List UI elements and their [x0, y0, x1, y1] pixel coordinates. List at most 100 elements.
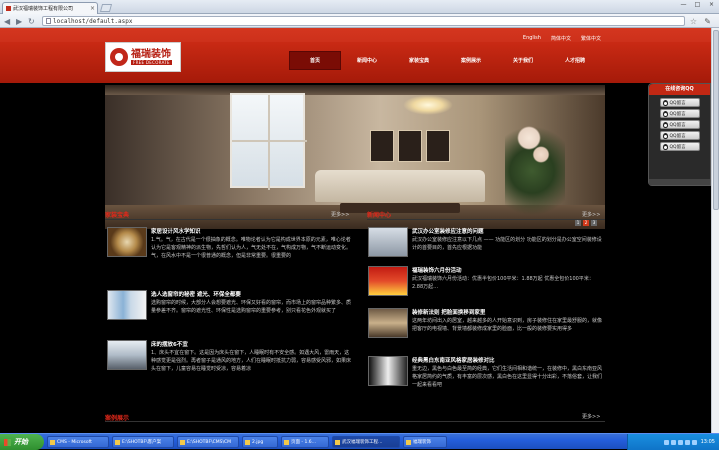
nav-news[interactable]: 新闻中心	[341, 51, 393, 70]
qq-penguin-icon	[662, 99, 668, 106]
news-item-2[interactable]: 福瑞装饰六月份活动 武汉福瑞装饰六月份活动：优惠半包价100平米：1.88万起 …	[368, 266, 606, 306]
news-desc-2: 武汉福瑞装饰六月份活动：优惠半包价100平米：1.88万起 优惠全包价100平米…	[412, 276, 594, 290]
tip-item-3[interactable]: 床的摆放6不宜 1、床头不宜在窗下。这是因为床头在窗下，人睡眠时有不安全感。如遇…	[107, 340, 352, 388]
task-button-5[interactable]: 页面 - 1.6…	[281, 436, 329, 448]
new-tab-button[interactable]	[99, 4, 113, 12]
news-thumb-4	[368, 356, 408, 386]
hero-banner[interactable]: 1 2 3	[105, 85, 605, 229]
forward-arrow-icon[interactable]: ▶	[16, 17, 22, 26]
cases-more-link[interactable]: 更多>>	[582, 413, 600, 420]
tray-icon[interactable]	[677, 439, 683, 445]
system-tray: 13:05	[627, 434, 719, 450]
qq-penguin-icon	[662, 132, 668, 139]
slide-indicators: 1 2 3	[575, 220, 597, 226]
qq-panel-footer	[649, 179, 710, 185]
slide-dot-2[interactable]: 2	[583, 220, 589, 226]
site-logo[interactable]: 福瑞装饰 FREE DECORATE	[105, 42, 181, 72]
task-button-7[interactable]: 福瑞装饰	[403, 436, 447, 448]
banner-window	[230, 93, 307, 190]
favicon-icon	[6, 6, 11, 11]
lang-english-link[interactable]: English	[523, 35, 541, 42]
task-app-icon	[50, 439, 55, 445]
task-button-1[interactable]: CMS - Microsoft	[47, 436, 109, 448]
main-nav: 首页 新闻中心 家装宝典 案例展示 关于我们 人才招聘	[289, 51, 601, 70]
qq-button-label: QQ留言	[669, 122, 686, 128]
tray-icon[interactable]	[684, 439, 690, 445]
folder-icon	[115, 439, 120, 445]
qq-button-label: QQ留言	[669, 144, 686, 150]
tray-icon[interactable]	[670, 439, 676, 445]
nav-cases[interactable]: 案例展示	[445, 51, 497, 70]
qq-message-button-4[interactable]: QQ留言	[659, 131, 700, 140]
start-button[interactable]: 开始	[0, 434, 44, 450]
home-tips-divider	[105, 219, 350, 220]
news-thumb-3	[368, 308, 408, 338]
news-title-3[interactable]: 装修新法则 把脸面换移到家里	[412, 308, 485, 316]
tip-item-1[interactable]: 家居设计风水学知识 1.气。气，在古代是一个很抽象的概念。唯物论者认为它是构成世…	[107, 227, 352, 279]
browser-tabstrip: 武汉福瑞装饰工程有限公司 × — □ ×	[0, 0, 719, 14]
logo-mark-icon	[110, 48, 128, 66]
cases-divider	[105, 421, 605, 422]
close-window-button[interactable]: ×	[706, 1, 717, 9]
tray-icon[interactable]	[691, 439, 697, 445]
news-item-1[interactable]: 武汉办公室装修应注意的问题 武汉办公室装修应注意以下几点 —— 功能区的划分 功…	[368, 227, 606, 267]
slide-dot-3[interactable]: 3	[591, 220, 597, 226]
tip-desc-2: 选购窗帘的时候，大部分人会想要遮光、环保又好看的窗帘，而市场上的窗帘品种繁多、质…	[151, 300, 351, 314]
vertical-scrollbar[interactable]	[711, 28, 719, 433]
task-button-4[interactable]: 2.jpg	[242, 436, 278, 448]
task-label: 武汉福瑞装饰工程…	[342, 440, 383, 445]
browser-icon	[335, 439, 340, 445]
nav-home-tips[interactable]: 家装宝典	[393, 51, 445, 70]
wrench-icon[interactable]: ✎	[704, 17, 711, 26]
tip-title-3[interactable]: 床的摆放6不宜	[151, 340, 188, 348]
news-title-1[interactable]: 武汉办公室装修应注意的问题	[412, 227, 484, 235]
minimize-button[interactable]: —	[678, 1, 689, 9]
scrollbar-thumb[interactable]	[713, 30, 719, 210]
home-tips-more-link[interactable]: 更多>>	[331, 211, 349, 218]
task-button-2[interactable]: E:\SHOTBF\客户案	[112, 436, 174, 448]
reload-icon[interactable]: ↻	[28, 17, 35, 26]
slide-dot-1[interactable]: 1	[575, 220, 581, 226]
back-arrow-icon[interactable]: ◀	[4, 17, 10, 26]
address-bar[interactable]: localhost/default.aspx	[42, 16, 685, 26]
lang-traditional-link[interactable]: 繁体中文	[581, 35, 601, 42]
news-item-4[interactable]: 经典黑白东南亚风格家居装修对比 重无边，黑色与白色最至简的经典，它们生活间相和谐…	[368, 356, 606, 404]
task-label: 福瑞装饰	[413, 440, 431, 445]
news-item-3[interactable]: 装修新法则 把脸面换移到家里 这两年坊间出入的居室，越来越多的人开始意识到，房子…	[368, 308, 606, 356]
news-center-divider	[367, 219, 605, 220]
banner-ceiling	[105, 85, 605, 95]
news-title-2[interactable]: 福瑞装饰六月份活动	[412, 266, 462, 274]
nav-home[interactable]: 首页	[289, 51, 341, 70]
tip-item-2[interactable]: 选人选窗帘的秘密 遮光、环保全都要 选购窗帘的时候，大部分人会想要遮光、环保又好…	[107, 290, 352, 338]
maximize-button[interactable]: □	[692, 1, 703, 9]
tip-title-1[interactable]: 家居设计风水学知识	[151, 227, 201, 235]
folder-icon	[180, 439, 185, 445]
banner-sofa	[315, 170, 485, 202]
qq-message-button-3[interactable]: QQ留言	[659, 120, 700, 129]
news-thumb-2	[368, 266, 408, 296]
qq-message-button-1[interactable]: QQ留言	[659, 98, 700, 107]
tip-thumb-1	[107, 227, 147, 257]
tray-icon[interactable]	[663, 439, 669, 445]
banner-lamp	[403, 95, 453, 115]
task-button-3[interactable]: E:\SHOTBF\CMS\CM	[177, 436, 239, 448]
tip-title-2[interactable]: 选人选窗帘的秘密 遮光、环保全都要	[151, 290, 241, 298]
browser-tab[interactable]: 武汉福瑞装饰工程有限公司 ×	[2, 2, 98, 14]
nav-about[interactable]: 关于我们	[497, 51, 549, 70]
tip-thumb-2	[107, 290, 147, 320]
news-title-4[interactable]: 经典黑白东南亚风格家居装修对比	[412, 356, 495, 364]
lang-simplified-link[interactable]: 简体中文	[551, 35, 571, 42]
bookmark-star-icon[interactable]: ☆	[690, 17, 697, 26]
qq-message-button-2[interactable]: QQ留言	[659, 109, 700, 118]
windows-taskbar: 开始 CMS - Microsoft E:\SHOTBF\客户案 E:\SHOT…	[0, 433, 719, 450]
nav-jobs[interactable]: 人才招聘	[549, 51, 601, 70]
qq-button-label: QQ留言	[669, 100, 686, 106]
tab-close-icon[interactable]: ×	[90, 5, 95, 12]
logo-text-en: FREE DECORATE	[131, 60, 172, 65]
news-center-more-link[interactable]: 更多>>	[582, 211, 600, 218]
task-button-6[interactable]: 武汉福瑞装饰工程…	[332, 436, 400, 448]
qq-penguin-icon	[662, 143, 668, 150]
qq-panel-title: 在线咨询QQ	[649, 84, 710, 95]
qq-message-button-5[interactable]: QQ留言	[659, 142, 700, 151]
banner-table	[340, 203, 460, 213]
